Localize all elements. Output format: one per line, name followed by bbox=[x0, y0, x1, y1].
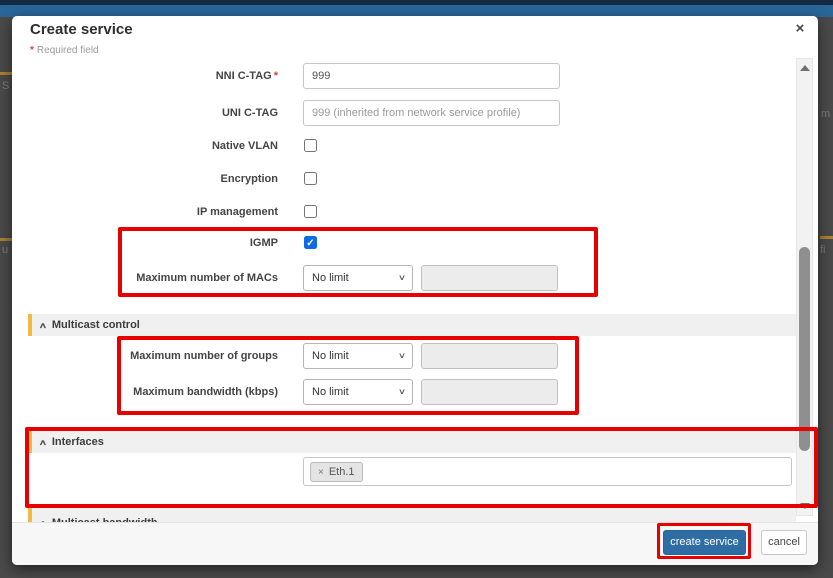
background-text: fi bbox=[820, 244, 826, 256]
chevron-down-icon: ∨ bbox=[397, 351, 407, 361]
section-multicast-control-label: Multicast control bbox=[51, 319, 140, 331]
create-service-button[interactable]: create service bbox=[663, 530, 746, 555]
max-bandwidth-value-input[interactable] bbox=[421, 379, 558, 405]
max-bandwidth-label: Maximum bandwidth (kbps) bbox=[133, 386, 278, 398]
collapse-icon: ∧ bbox=[39, 507, 48, 522]
max-macs-select[interactable]: No limit ∨ bbox=[303, 265, 413, 291]
create-service-modal: Create service * Required field × NNI C-T… bbox=[12, 16, 818, 565]
background-accent-line bbox=[0, 72, 12, 75]
ip-management-checkbox[interactable] bbox=[304, 205, 317, 218]
required-field-note: * Required field bbox=[30, 45, 99, 56]
scroll-down-icon[interactable] bbox=[800, 503, 810, 509]
native-vlan-label: Native VLAN bbox=[211, 140, 278, 152]
max-groups-select[interactable]: No limit ∨ bbox=[303, 343, 413, 369]
section-multicast-bandwidth[interactable]: ∧Multicast bandwidth bbox=[28, 506, 796, 522]
max-macs-value-input[interactable] bbox=[421, 265, 558, 291]
max-groups-value-input[interactable] bbox=[421, 343, 558, 369]
section-interfaces-label: Interfaces bbox=[51, 436, 104, 448]
required-note-text: Required field bbox=[36, 45, 99, 56]
section-partial-clip: ∧Multicast bandwidth bbox=[28, 506, 796, 522]
background-accent-line bbox=[0, 238, 12, 241]
scrollbar-thumb[interactable] bbox=[799, 247, 810, 451]
igmp-label: IGMP bbox=[249, 237, 278, 249]
cancel-button[interactable]: cancel bbox=[761, 530, 807, 555]
max-groups-label: Maximum number of groups bbox=[130, 350, 278, 362]
background-text: u bbox=[2, 244, 9, 256]
modal-footer: create service cancel bbox=[12, 522, 818, 565]
max-groups-selected-option: No limit bbox=[312, 350, 349, 362]
max-macs-selected-option: No limit bbox=[312, 272, 349, 284]
collapse-icon: ∧ bbox=[38, 438, 48, 447]
scrollbar[interactable] bbox=[796, 58, 813, 516]
max-macs-label: Maximum number of MACs bbox=[136, 272, 278, 284]
uni-ctag-label: UNI C-TAG bbox=[221, 107, 278, 119]
nni-ctag-label-text: NNI C-TAG bbox=[215, 70, 272, 82]
interface-chip: × Eth.1 bbox=[310, 462, 363, 482]
max-bandwidth-selected-option: No limit bbox=[312, 386, 349, 398]
close-icon: × bbox=[795, 20, 805, 37]
collapse-icon: ∧ bbox=[38, 321, 48, 330]
igmp-checkbox[interactable]: ✓ bbox=[304, 236, 317, 249]
ip-management-label: IP management bbox=[196, 206, 278, 218]
nni-ctag-input[interactable] bbox=[303, 63, 560, 89]
modal-title: Create service bbox=[30, 21, 133, 38]
scroll-up-icon[interactable] bbox=[800, 65, 810, 71]
encryption-label: Encryption bbox=[220, 173, 278, 185]
background-text: m bbox=[821, 108, 831, 120]
uni-ctag-input[interactable] bbox=[303, 100, 560, 126]
chevron-down-icon: ∨ bbox=[397, 387, 407, 397]
section-multicast-control[interactable]: ∧ Multicast control bbox=[28, 314, 796, 336]
interfaces-input[interactable]: × Eth.1 bbox=[303, 457, 792, 486]
section-interfaces[interactable]: ∧ Interfaces bbox=[28, 431, 796, 453]
required-asterisk: * bbox=[30, 45, 34, 56]
native-vlan-checkbox[interactable] bbox=[304, 139, 317, 152]
chip-label: Eth.1 bbox=[328, 466, 355, 478]
chevron-down-icon: ∨ bbox=[397, 273, 407, 283]
screen: S u m fi Create service * Required field … bbox=[0, 0, 833, 578]
nni-ctag-required-mark: * bbox=[273, 70, 278, 82]
nni-ctag-label: NNI C-TAG * bbox=[12, 70, 278, 83]
background-text: S bbox=[2, 80, 10, 92]
background-accent-line bbox=[820, 236, 833, 239]
chip-remove-icon[interactable]: × bbox=[318, 467, 324, 478]
max-bandwidth-select[interactable]: No limit ∨ bbox=[303, 379, 413, 405]
close-button[interactable]: × bbox=[791, 20, 809, 38]
encryption-checkbox[interactable] bbox=[304, 172, 317, 185]
checkmark-icon: ✓ bbox=[306, 238, 315, 249]
